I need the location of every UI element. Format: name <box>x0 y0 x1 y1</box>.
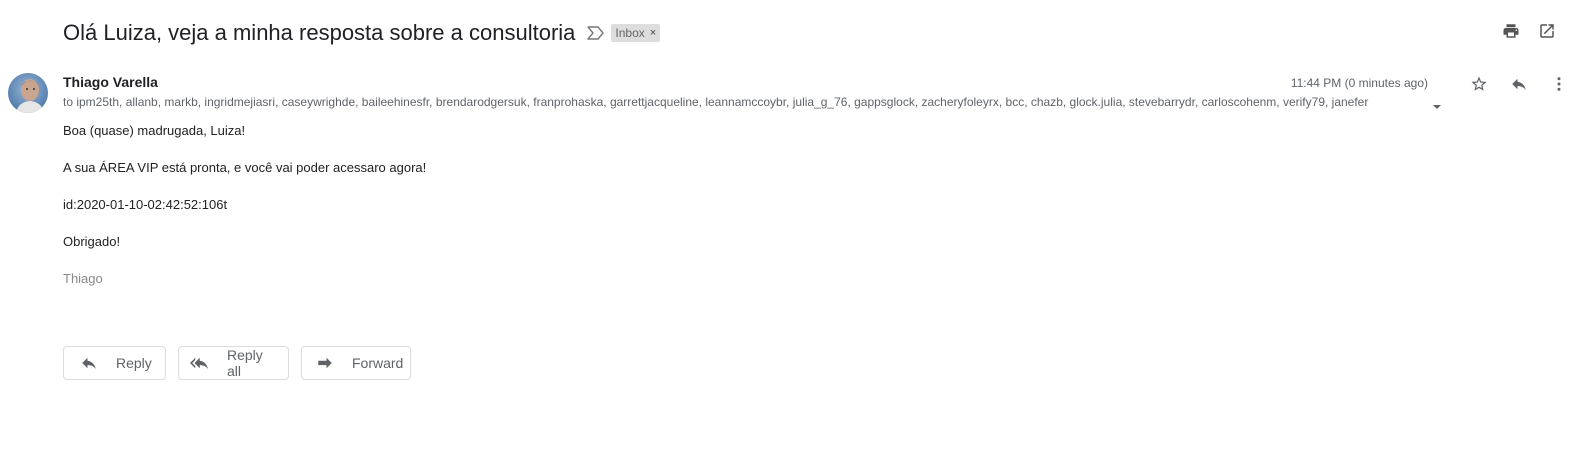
body-line-thanks: Obrigado! <box>63 234 121 249</box>
email-view: Olá Luiza, veja a minha resposta sobre a… <box>0 0 1590 457</box>
email-signature: Thiago <box>63 271 103 286</box>
inbox-label-text: Inbox <box>615 26 645 40</box>
chevron-down-icon[interactable] <box>1432 99 1442 109</box>
reply-button-label: Reply <box>116 355 152 371</box>
reply-icon <box>80 353 98 373</box>
sender-name[interactable]: Thiago Varella <box>63 74 158 90</box>
body-line-message: A sua ÁREA VIP está pronta, e você vai p… <box>63 160 427 175</box>
star-icon[interactable] <box>1470 74 1488 94</box>
importance-marker-icon[interactable] <box>587 24 605 42</box>
forward-button-label: Forward <box>352 355 404 371</box>
recipients-list: to ipm25th, allanb, markb, ingridmejiasr… <box>63 95 1369 109</box>
reply-icon[interactable] <box>1510 74 1528 94</box>
reply-button[interactable]: Reply <box>63 346 166 380</box>
reply-all-icon <box>189 353 209 373</box>
remove-label-icon[interactable]: × <box>650 27 656 39</box>
email-timestamp: 11:44 PM (0 minutes ago) <box>1290 76 1428 90</box>
forward-icon <box>316 353 334 373</box>
reply-all-button-label: Reply all <box>227 347 263 379</box>
email-subject: Olá Luiza, veja a minha resposta sobre a… <box>63 20 576 45</box>
open-in-new-window-icon[interactable] <box>1538 22 1556 40</box>
top-right-toolbar <box>1502 22 1556 40</box>
body-line-greeting: Boa (quase) madrugada, Luiza! <box>63 123 246 138</box>
print-icon[interactable] <box>1502 22 1520 40</box>
subject-row: Olá Luiza, veja a minha resposta sobre a… <box>63 16 661 50</box>
email-body: Boa (quase) madrugada, Luiza! A sua ÁREA… <box>63 122 426 307</box>
reply-all-button[interactable]: Reply all <box>178 346 289 380</box>
more-vert-icon[interactable] <box>1550 74 1568 94</box>
avatar[interactable] <box>8 73 48 113</box>
reply-actions: Reply Reply all Forward <box>63 346 411 380</box>
body-line-id: id:2020-01-10-02:42:52:106t <box>63 197 228 212</box>
forward-button[interactable]: Forward <box>301 346 411 380</box>
inbox-label-chip[interactable]: Inbox × <box>611 24 661 42</box>
message-actions <box>1470 74 1568 94</box>
